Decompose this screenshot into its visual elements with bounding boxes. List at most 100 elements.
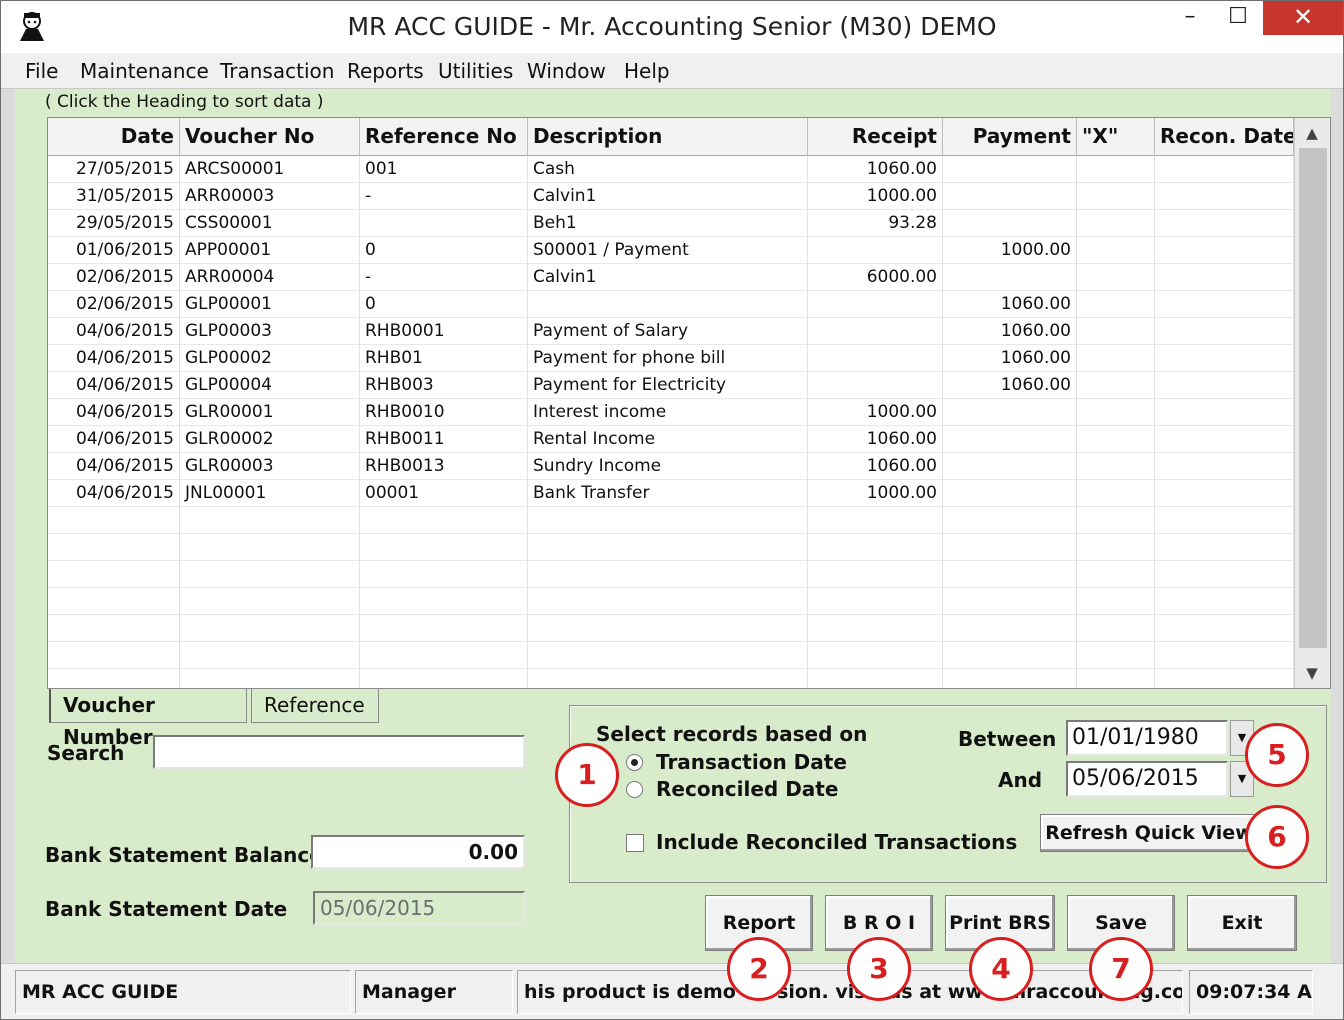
cell-voucher-no: [180, 588, 360, 615]
cell-description: [528, 291, 808, 318]
cell-reference-no: -: [360, 183, 528, 210]
cell-x: [1077, 426, 1155, 453]
menu-window[interactable]: Window: [527, 59, 606, 83]
table-row[interactable]: 04/06/2015 GLR00002 RHB0011 Rental Income 10…: [48, 426, 1294, 453]
cell-date: 27/05/2015: [48, 156, 180, 183]
column-date[interactable]: Date: [48, 118, 180, 156]
column-x[interactable]: "X": [1077, 118, 1155, 156]
record-selection-group: Select records based on Transaction Date…: [569, 705, 1327, 883]
cell-recon-date: [1155, 426, 1294, 453]
grid-header: Date Voucher No Reference No Description…: [48, 118, 1294, 156]
refresh-quick-view-button[interactable]: Refresh Quick View: [1040, 814, 1258, 852]
include-reconciled-label[interactable]: Include Reconciled Transactions: [656, 830, 1017, 854]
table-row[interactable]: 04/06/2015 GLP00002 RHB01 Payment for phone…: [48, 345, 1294, 372]
table-row[interactable]: 29/05/2015 CSS00001 Beh1 93.28: [48, 210, 1294, 237]
cell-date: 31/05/2015: [48, 183, 180, 210]
cell-description: [528, 588, 808, 615]
column-recon-date[interactable]: Recon. Date: [1155, 118, 1294, 156]
column-payment[interactable]: Payment: [943, 118, 1077, 156]
cell-x: [1077, 534, 1155, 561]
table-row[interactable]: 01/06/2015 APP00001 0 S00001 / Payment 1000.…: [48, 237, 1294, 264]
cell-receipt: [808, 291, 943, 318]
table-row[interactable]: 02/06/2015 ARR00004- Calvin1 6000.00: [48, 264, 1294, 291]
tab-reference[interactable]: Reference: [251, 689, 379, 723]
close-button[interactable]: ✕: [1263, 1, 1343, 35]
scroll-down-icon[interactable]: ▼: [1295, 660, 1329, 686]
window-title: MR ACC GUIDE - Mr. Accounting Senior (M3…: [347, 12, 997, 41]
column-description[interactable]: Description: [528, 118, 808, 156]
option-transaction-date-label[interactable]: Transaction Date: [656, 750, 847, 774]
cell-receipt: 1000.00: [808, 399, 943, 426]
cell-description: [528, 561, 808, 588]
menu-reports[interactable]: Reports: [347, 59, 424, 83]
table-row[interactable]: 04/06/2015 GLP00003 RHB0001 Payment of Sala…: [48, 318, 1294, 345]
menu-utilities[interactable]: Utilities: [438, 59, 513, 83]
cell-voucher-no: [180, 615, 360, 642]
date-to-input[interactable]: 05/06/2015: [1066, 761, 1228, 797]
cell-date: [48, 669, 180, 688]
table-row[interactable]: 31/05/2015 ARR00003- Calvin1 1000.00: [48, 183, 1294, 210]
radio-reconciled-date[interactable]: [626, 781, 643, 798]
cell-x: [1077, 237, 1155, 264]
cell-reference-no: 0: [360, 237, 528, 264]
cell-voucher-no: ARCS00001: [180, 156, 360, 183]
cell-receipt: [808, 318, 943, 345]
cell-description: Cash: [528, 156, 808, 183]
radio-transaction-date[interactable]: [626, 754, 643, 771]
empty-row: [48, 669, 1294, 688]
menu-transaction[interactable]: Transaction: [220, 59, 334, 83]
tab-voucher-number[interactable]: Voucher Number: [49, 689, 247, 749]
table-row[interactable]: 04/06/2015 JNL00001 00001 Bank Transfer 1000…: [48, 480, 1294, 507]
option-reconciled-date-label[interactable]: Reconciled Date: [656, 777, 838, 801]
empty-row: [48, 615, 1294, 642]
cell-reference-no: RHB01: [360, 345, 528, 372]
column-reference-no[interactable]: Reference No: [360, 118, 528, 156]
column-voucher-no[interactable]: Voucher No: [180, 118, 360, 156]
cell-description: Calvin1: [528, 183, 808, 210]
scroll-up-icon[interactable]: ▲: [1295, 120, 1329, 146]
cell-receipt: [808, 507, 943, 534]
search-input[interactable]: [153, 735, 525, 769]
cell-recon-date: [1155, 291, 1294, 318]
table-row[interactable]: 02/06/2015 GLP00001 0 1060.00: [48, 291, 1294, 318]
cell-recon-date: [1155, 345, 1294, 372]
cell-description: S00001 / Payment: [528, 237, 808, 264]
date-from-input[interactable]: 01/01/1980: [1066, 720, 1228, 756]
empty-row: [48, 642, 1294, 669]
cell-payment: [943, 156, 1077, 183]
column-receipt[interactable]: Receipt: [808, 118, 943, 156]
cell-voucher-no: [180, 507, 360, 534]
cell-date: [48, 615, 180, 642]
callout-5: 5: [1245, 723, 1309, 787]
include-reconciled-checkbox[interactable]: [626, 834, 644, 852]
scroll-thumb[interactable]: [1299, 148, 1327, 648]
table-row[interactable]: 27/05/2015 ARCS00001 001 Cash 1060.00: [48, 156, 1294, 183]
cell-recon-date: [1155, 507, 1294, 534]
bank-date-label: Bank Statement Date: [45, 897, 288, 921]
menu-file[interactable]: File: [25, 59, 58, 83]
callout-2: 2: [727, 937, 791, 1001]
bank-balance-field[interactable]: 0.00: [311, 835, 525, 869]
cell-recon-date: [1155, 318, 1294, 345]
table-row[interactable]: 04/06/2015 GLP00004 RHB003 Payment for Elec…: [48, 372, 1294, 399]
cell-description: Sundry Income: [528, 453, 808, 480]
table-row[interactable]: 04/06/2015 GLR00001 RHB0010 Interest income…: [48, 399, 1294, 426]
maximize-button[interactable]: ☐: [1213, 1, 1263, 35]
grid-scrollbar[interactable]: ▲ ▼: [1294, 118, 1330, 688]
cell-x: [1077, 453, 1155, 480]
cell-x: [1077, 264, 1155, 291]
table-row[interactable]: 04/06/2015 GLR00003 RHB0013 Sundry Income 10…: [48, 453, 1294, 480]
cell-x: [1077, 345, 1155, 372]
cell-recon-date: [1155, 453, 1294, 480]
cell-date: 04/06/2015: [48, 480, 180, 507]
cell-reference-no: [360, 534, 528, 561]
cell-payment: [943, 399, 1077, 426]
menu-help[interactable]: Help: [624, 59, 670, 83]
cell-x: [1077, 399, 1155, 426]
cell-date: 04/06/2015: [48, 426, 180, 453]
cell-receipt: 1000.00: [808, 183, 943, 210]
exit-button[interactable]: Exit: [1187, 895, 1297, 951]
cell-receipt: [808, 588, 943, 615]
menu-maintenance[interactable]: Maintenance: [80, 59, 209, 83]
minimize-button[interactable]: –: [1165, 1, 1215, 35]
